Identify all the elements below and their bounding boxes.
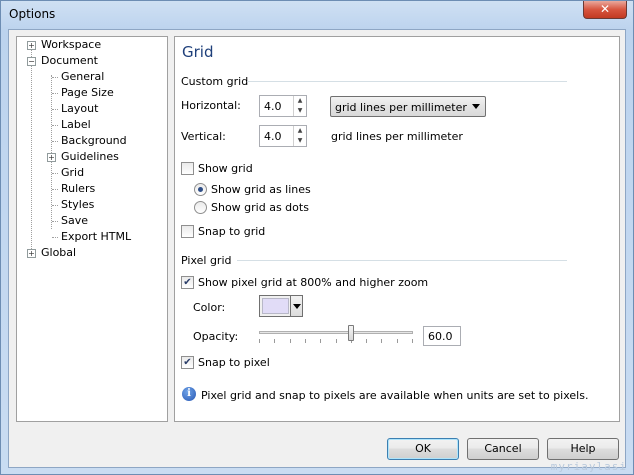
tree-collapse-icon[interactable]: −	[27, 57, 36, 66]
slider-tick	[259, 339, 260, 343]
tree-item-label: General	[61, 70, 105, 83]
show-grid-label: Show grid	[198, 162, 253, 175]
slider-tick	[305, 339, 306, 343]
slider-tick	[366, 339, 367, 343]
tree-item-label: Global	[41, 246, 77, 259]
watermark-text: myriaylasi	[550, 460, 627, 473]
spin-arrows[interactable]: ▲ ▼	[293, 126, 306, 146]
snap-to-grid-label: Snap to grid	[198, 225, 266, 238]
title-bar: Options ✕	[1, 1, 633, 29]
tree-connector	[52, 173, 58, 174]
slider-tick	[336, 339, 337, 343]
tree-item-label: Rulers	[61, 182, 96, 195]
show-pixel-grid-label: Show pixel grid at 800% and higher zoom	[198, 276, 429, 289]
tree-connector	[31, 49, 32, 257]
spin-down-icon[interactable]: ▼	[294, 136, 306, 146]
ok-button[interactable]: OK	[387, 438, 459, 460]
slider-tick	[412, 339, 413, 343]
horizontal-unit-value: grid lines per millimeter	[335, 101, 467, 114]
snap-to-grid-checkbox[interactable]	[181, 225, 194, 238]
pixel-grid-color-picker[interactable]	[259, 295, 303, 317]
panel-title: Grid	[182, 43, 214, 61]
horizontal-value: 4.0	[264, 100, 282, 113]
slider-tick	[274, 339, 275, 343]
tree-item-label: Grid	[59, 165, 87, 181]
show-grid-checkbox[interactable]	[181, 162, 194, 175]
tree-item-label: Guidelines	[61, 150, 119, 163]
dialog-client-area: + Workspace − Document General Page Size…	[8, 29, 626, 468]
snap-to-pixel-checkbox[interactable]: ✔	[181, 356, 194, 369]
tree-connector	[52, 93, 58, 94]
group-divider	[237, 260, 567, 261]
pixel-grid-heading: Pixel grid	[181, 254, 232, 267]
tree-connector	[52, 125, 58, 126]
vertical-value: 4.0	[264, 130, 282, 143]
grid-settings-panel: Grid Custom grid Horizontal: 4.0 ▲ ▼ gri…	[174, 36, 620, 422]
slider-tick	[381, 339, 382, 343]
slider-thumb[interactable]	[348, 325, 354, 341]
tree-connector	[52, 221, 58, 222]
slider-tick	[397, 339, 398, 343]
tree-item-label: Save	[61, 214, 89, 227]
tree-item-label: Label	[61, 118, 91, 131]
chevron-down-icon[interactable]	[290, 296, 302, 316]
tree-item-label: Background	[61, 134, 127, 147]
show-grid-as-lines-radio[interactable]	[194, 183, 207, 196]
color-swatch	[262, 298, 289, 314]
show-grid-as-dots-label: Show grid as dots	[211, 201, 309, 214]
opacity-slider[interactable]	[259, 325, 413, 347]
info-icon: i	[182, 387, 196, 401]
opacity-input[interactable]: 60.0	[423, 326, 461, 346]
tree-connector	[52, 237, 58, 238]
pixel-grid-info-text: Pixel grid and snap to pixels are availa…	[201, 389, 589, 402]
custom-grid-heading: Custom grid	[181, 75, 249, 88]
horizontal-unit-dropdown[interactable]: grid lines per millimeter	[330, 96, 486, 117]
horizontal-label: Horizontal:	[181, 99, 241, 112]
window-title: Options	[9, 7, 56, 21]
vertical-label: Vertical:	[181, 130, 226, 143]
opacity-value: 60.0	[428, 330, 453, 343]
tree-item-label: Workspace	[41, 38, 102, 51]
tree-connector	[52, 205, 58, 206]
slider-tick	[290, 339, 291, 343]
slider-track	[259, 331, 413, 334]
options-window: Options ✕ + Workspace − Document General…	[0, 0, 634, 475]
tree-item-label: Document	[41, 54, 98, 67]
snap-to-pixel-label: Snap to pixel	[198, 356, 270, 369]
horizontal-spinbox[interactable]: 4.0 ▲ ▼	[259, 95, 307, 117]
tree-connector	[52, 189, 58, 190]
color-label: Color:	[193, 301, 226, 314]
tree-expand-icon[interactable]: +	[27, 249, 36, 258]
tree-expand-icon[interactable]: +	[27, 41, 36, 50]
tree-item-label: Layout	[61, 102, 99, 115]
options-tree[interactable]: + Workspace − Document General Page Size…	[16, 36, 168, 422]
chevron-down-icon	[472, 104, 480, 109]
show-grid-as-lines-label: Show grid as lines	[211, 183, 311, 196]
help-button[interactable]: Help	[547, 438, 619, 460]
close-button[interactable]: ✕	[583, 1, 627, 19]
tree-item-label: Page Size	[61, 86, 114, 99]
tree-connector	[52, 141, 58, 142]
spin-up-icon[interactable]: ▲	[294, 126, 306, 136]
group-divider	[247, 81, 567, 82]
spin-up-icon[interactable]: ▲	[294, 96, 306, 106]
tree-item-label: Export HTML	[61, 230, 132, 243]
tree-connector	[52, 77, 58, 78]
vertical-unit-label: grid lines per millimeter	[331, 130, 463, 143]
tree-item-label: Styles	[61, 198, 95, 211]
spin-down-icon[interactable]: ▼	[294, 106, 306, 116]
opacity-label: Opacity:	[193, 330, 239, 343]
tree-connector	[52, 109, 58, 110]
spin-arrows[interactable]: ▲ ▼	[293, 96, 306, 116]
slider-tick	[320, 339, 321, 343]
show-grid-as-dots-radio[interactable]	[194, 201, 207, 214]
vertical-spinbox[interactable]: 4.0 ▲ ▼	[259, 125, 307, 147]
show-pixel-grid-checkbox[interactable]: ✔	[181, 276, 194, 289]
cancel-button[interactable]: Cancel	[467, 438, 539, 460]
tree-expand-icon[interactable]: +	[47, 153, 56, 162]
